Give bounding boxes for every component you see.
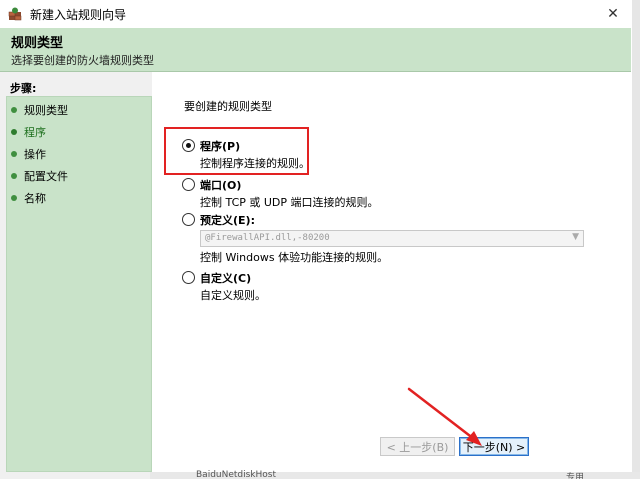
option-desc: 控制 Windows 体验功能连接的规则。 (200, 251, 389, 264)
steps-label: 步骤: (10, 82, 37, 95)
radio-predefined[interactable] (182, 213, 195, 226)
step-label: 操作 (24, 148, 46, 161)
option-title: 自定义(C) (200, 272, 252, 285)
step-action[interactable]: 操作 (11, 145, 46, 163)
program-highlight-box (164, 127, 309, 175)
step-profile[interactable]: 配置文件 (11, 167, 68, 185)
background-row-right: 专用 (566, 473, 585, 479)
wizard-window: 新建入站规则向导 ✕ 规则类型 选择要创建的防火墙规则类型 步骤: 规则类型 程… (0, 0, 631, 479)
close-button[interactable]: ✕ (600, 3, 626, 25)
background-row-text: BaiduNetdiskHost (196, 470, 277, 479)
steps-panel: 规则类型 程序 操作 配置文件 名称 (6, 96, 152, 472)
step-bullet-icon (11, 151, 17, 157)
window-title: 新建入站规则向导 (30, 8, 127, 22)
step-bullet-icon (11, 195, 17, 201)
step-name[interactable]: 名称 (11, 189, 46, 207)
step-label: 名称 (24, 192, 46, 205)
predefined-select-value: @FirewallAPI.dll,-80200 (205, 233, 330, 243)
predefined-select[interactable]: @FirewallAPI.dll,-80200 ▼ (200, 230, 584, 247)
chevron-down-icon: ▼ (572, 232, 579, 242)
firewall-wall-icon (8, 7, 22, 21)
step-rule-type[interactable]: 规则类型 (11, 101, 68, 119)
rule-type-prompt: 要创建的规则类型 (184, 100, 272, 113)
step-bullet-icon (11, 107, 17, 113)
radio-port[interactable] (182, 178, 195, 191)
step-bullet-icon (11, 129, 17, 135)
step-label: 程序 (24, 126, 46, 139)
option-title: 端口(O) (200, 179, 242, 192)
option-title: 预定义(E): (200, 214, 255, 227)
option-desc: 自定义规则。 (200, 289, 266, 302)
page-header: 规则类型 选择要创建的防火墙规则类型 (0, 28, 631, 72)
title-bar: 新建入站规则向导 ✕ (0, 0, 631, 28)
background-window-edge (632, 0, 640, 479)
step-program[interactable]: 程序 (11, 123, 46, 141)
step-bullet-icon (11, 173, 17, 179)
radio-custom[interactable] (182, 271, 195, 284)
next-button[interactable]: 下一步(N) > (459, 437, 529, 456)
back-button[interactable]: < 上一步(B) (380, 437, 455, 456)
page-title: 规则类型 (11, 36, 64, 51)
close-icon: ✕ (607, 6, 619, 22)
page-subtitle: 选择要创建的防火墙规则类型 (11, 54, 154, 67)
step-label: 配置文件 (24, 170, 68, 183)
step-label: 规则类型 (24, 104, 68, 117)
option-desc: 控制 TCP 或 UDP 端口连接的规则。 (200, 196, 379, 209)
